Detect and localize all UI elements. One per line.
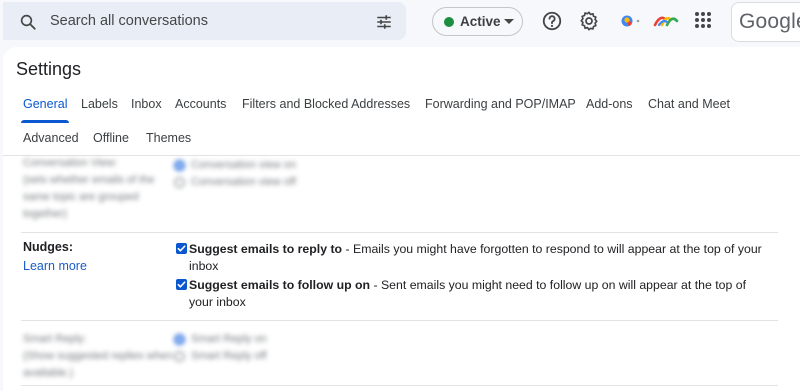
page-title: Settings	[16, 59, 82, 79]
radio-button[interactable]	[174, 334, 185, 345]
suggest-reply-checkbox[interactable]	[176, 243, 187, 254]
row-divider	[21, 320, 778, 321]
setting-description: (Show suggested replies when	[23, 350, 173, 362]
status-label: Active	[460, 14, 501, 29]
tab-chat-meet[interactable]: Chat and Meet	[648, 97, 730, 111]
gemini-account-icon[interactable]	[620, 13, 642, 29]
search-icon[interactable]	[19, 13, 37, 31]
checkmark-icon	[177, 245, 186, 252]
setting-description: together)	[23, 208, 68, 220]
tab-filters[interactable]: Filters and Blocked Addresses	[242, 97, 410, 111]
nudges-label: Nudges:	[23, 240, 73, 254]
tab-offline[interactable]: Offline	[93, 131, 129, 145]
setting-description: same topic are grouped	[23, 191, 139, 203]
radio-label: Smart Reply on	[191, 333, 267, 345]
tab-general[interactable]: General	[23, 97, 67, 111]
setting-label: Conversation View:	[23, 157, 118, 169]
status-dropdown[interactable]: Active	[432, 7, 523, 36]
search-bar[interactable]: Search all conversations	[3, 2, 406, 40]
setting-description: available.)	[23, 367, 74, 379]
learn-more-link[interactable]: Learn more	[23, 259, 87, 273]
apps-grid-icon[interactable]	[694, 11, 712, 29]
help-icon[interactable]	[541, 10, 563, 32]
tabs-divider	[3, 155, 800, 156]
tab-themes[interactable]: Themes	[146, 131, 191, 145]
row-divider	[21, 232, 778, 233]
radio-label: Conversation view on	[191, 159, 297, 171]
radio-button[interactable]	[174, 351, 185, 362]
tab-inbox[interactable]: Inbox	[131, 97, 162, 111]
tab-advanced[interactable]: Advanced	[23, 131, 79, 145]
checkmark-icon	[177, 281, 186, 288]
suggest-follow-up-checkbox[interactable]	[176, 279, 187, 290]
tab-add-ons[interactable]: Add-ons	[586, 97, 633, 111]
workspace-brand-icon[interactable]	[653, 13, 679, 27]
top-bar: Search all conversations Active Googl	[0, 0, 800, 44]
google-logo-text: Google	[739, 10, 800, 33]
tab-forwarding[interactable]: Forwarding and POP/IMAP	[425, 97, 576, 111]
radio-label: Smart Reply off	[191, 350, 267, 362]
settings-panel: Settings General Labels Inbox Accounts F…	[3, 47, 800, 391]
radio-button[interactable]	[174, 177, 185, 188]
suggest-reply-text: Suggest emails to reply to - Emails you …	[189, 241, 769, 275]
caret-down-icon	[504, 19, 514, 24]
tab-labels[interactable]: Labels	[81, 97, 118, 111]
status-dot-icon	[444, 17, 454, 27]
active-tab-indicator	[21, 120, 69, 123]
setting-description: (sets whether emails of the	[23, 174, 155, 186]
option-title: Suggest emails to follow up on	[189, 278, 371, 292]
google-account-logo[interactable]: Google	[731, 2, 800, 42]
setting-label: Smart Reply:	[23, 333, 87, 345]
row-divider	[21, 385, 778, 386]
radio-label: Conversation view off	[191, 176, 296, 188]
option-title: Suggest emails to reply to	[189, 242, 343, 256]
radio-button[interactable]	[174, 160, 185, 171]
search-input[interactable]: Search all conversations	[50, 13, 208, 29]
suggest-follow-up-text: Suggest emails to follow up on - Sent em…	[189, 277, 769, 311]
search-options-icon[interactable]	[375, 13, 393, 31]
tab-accounts[interactable]: Accounts	[175, 97, 226, 111]
gear-icon[interactable]	[578, 10, 600, 32]
